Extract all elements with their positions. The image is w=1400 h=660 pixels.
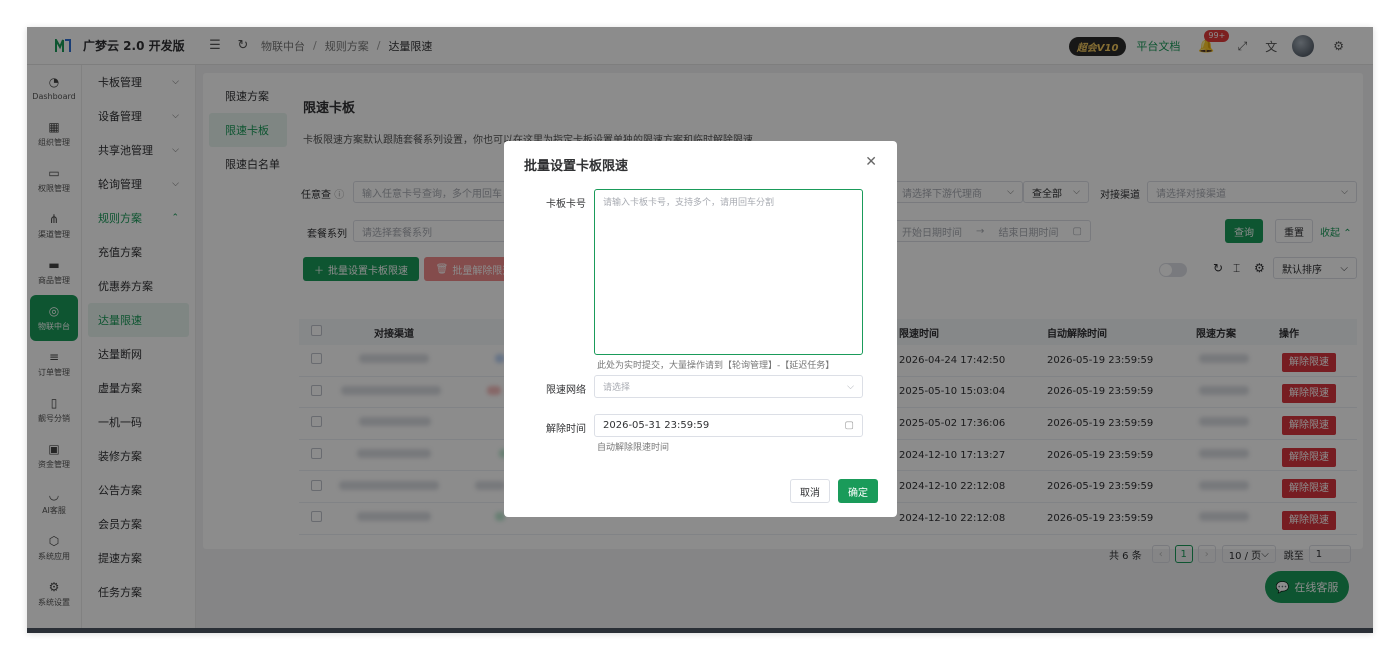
app-window: 广梦云 2.0 开发版 ☰ ↻ 物联中台 / 规则方案 / 达量限速 超会V10… bbox=[27, 27, 1373, 633]
close-icon[interactable]: ✕ bbox=[865, 154, 877, 170]
network-label: 限速网络 bbox=[546, 385, 586, 396]
card-textarea[interactable]: 请输入卡板卡号，支持多个，请用回车分割 bbox=[594, 189, 863, 355]
network-placeholder: 请选择 bbox=[603, 383, 631, 393]
release-label: 解除时间 bbox=[546, 424, 586, 435]
network-select[interactable]: 请选择 ⌵ bbox=[594, 375, 863, 398]
card-hint: 此处为实时提交，大量操作请到【轮询管理】-【延迟任务】 bbox=[597, 361, 835, 371]
window-bottom-bar bbox=[27, 628, 1373, 633]
card-label: 卡板卡号 bbox=[546, 199, 586, 210]
confirm-button[interactable]: 确定 bbox=[838, 479, 878, 503]
release-date-input[interactable]: 2026-05-31 23:59:59 ▢ bbox=[594, 414, 863, 437]
calendar-icon: ▢ bbox=[844, 420, 854, 431]
release-value: 2026-05-31 23:59:59 bbox=[603, 420, 710, 431]
dialog-title: 批量设置卡板限速 bbox=[524, 159, 629, 174]
cancel-button[interactable]: 取消 bbox=[790, 479, 830, 503]
chevron-down-icon: ⌵ bbox=[847, 381, 854, 392]
batch-set-dialog: 批量设置卡板限速 ✕ 卡板卡号 请输入卡板卡号，支持多个，请用回车分割 此处为实… bbox=[504, 141, 897, 517]
release-hint: 自动解除限速时间 bbox=[597, 443, 670, 453]
